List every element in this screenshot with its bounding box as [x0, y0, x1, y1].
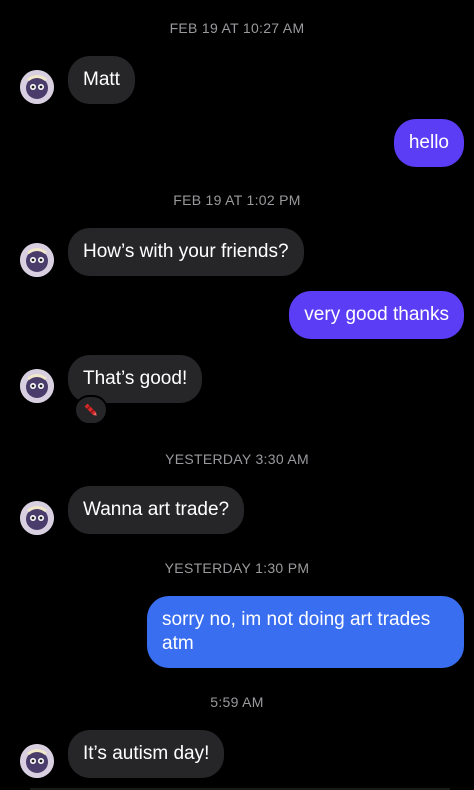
message-bubble-incoming[interactable]: Wanna art trade? — [68, 486, 245, 534]
avatar-icon — [20, 70, 54, 104]
avatar[interactable] — [20, 744, 54, 778]
message-reaction[interactable] — [74, 395, 108, 425]
avatar-icon — [20, 744, 54, 778]
avatar[interactable] — [20, 243, 54, 277]
avatar-icon — [20, 501, 54, 535]
timestamp: 5:59 AM — [210, 694, 264, 710]
message-bubble-incoming[interactable]: How’s with your friends? — [68, 228, 304, 276]
message-bubble-incoming[interactable]: It’s autism day! — [68, 730, 225, 778]
avatar-icon — [20, 243, 54, 277]
avatar[interactable] — [20, 369, 54, 403]
avatar-icon — [20, 369, 54, 403]
avatar[interactable] — [20, 70, 54, 104]
timestamp: YESTERDAY 1:30 PM — [164, 560, 310, 576]
timestamp: YESTERDAY 3:30 AM — [165, 451, 309, 467]
timestamp: FEB 19 AT 10:27 AM — [169, 20, 305, 36]
message-bubble-incoming[interactable]: Matt — [68, 56, 135, 104]
crayon-icon — [84, 403, 97, 416]
message-bubble-outgoing[interactable]: sorry no, im not doing art trades atm — [147, 596, 464, 668]
avatar[interactable] — [20, 501, 54, 535]
message-bubble-outgoing[interactable]: hello — [393, 119, 464, 167]
timestamp: FEB 19 AT 1:02 PM — [173, 192, 301, 208]
message-bubble-outgoing[interactable]: very good thanks — [289, 291, 464, 339]
